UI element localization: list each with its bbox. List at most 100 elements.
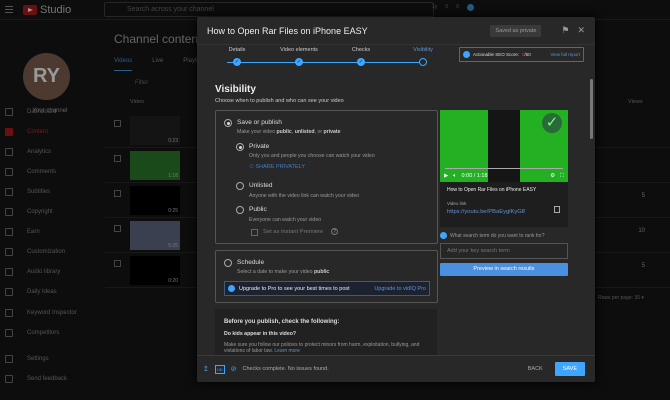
video-preview-card: ✓ ▶ 🔈︎ 0:00 / 1:18 ⚙ ⛶ How to Open Rar F… — [440, 110, 568, 227]
copy-icon[interactable] — [554, 206, 560, 213]
sidebar-item-audio-library[interactable]: Audio library — [0, 262, 100, 282]
video-thumbnail[interactable]: 0:25 — [130, 186, 180, 215]
studio-logo[interactable]: Studio — [23, 4, 71, 16]
filter-input[interactable]: Filter — [135, 80, 148, 86]
search-input[interactable]: Search across your channel — [104, 2, 434, 17]
sidebar-item-label: Analytics — [27, 149, 52, 155]
sidebar-item-settings[interactable]: Settings — [0, 349, 100, 369]
learn-more-link[interactable]: Learn more — [274, 348, 300, 354]
public-label: Public — [249, 206, 267, 213]
sidebar-item-earn[interactable]: Earn — [0, 222, 100, 242]
checkmark-icon: ✓ — [542, 113, 562, 133]
sidebar-item-subtitles[interactable]: Subtitles — [0, 182, 100, 202]
help-icon[interactable]: ? — [331, 228, 338, 235]
tab-live[interactable]: Live — [152, 58, 163, 71]
row-checkbox[interactable] — [114, 190, 121, 197]
nav-icon — [5, 168, 13, 176]
step-details[interactable]: Details — [207, 47, 267, 53]
sidebar-item-label: Content — [27, 129, 49, 135]
sidebar-item-content[interactable]: Content — [0, 122, 100, 142]
sidebar-item-daily-ideas[interactable]: Daily Ideas — [0, 282, 100, 302]
tab-videos[interactable]: Videos — [114, 58, 133, 71]
volume-icon[interactable]: 🔈︎ — [453, 173, 456, 180]
feedback-icon[interactable]: ⚑ — [561, 25, 569, 36]
row-checkbox[interactable] — [114, 260, 121, 267]
preview-search-results-button[interactable]: Preview in search results — [440, 263, 568, 276]
sidebar-item-competitors[interactable]: Competitors — [0, 323, 100, 343]
row-checkbox[interactable] — [114, 225, 121, 232]
hd-icon: HD — [214, 364, 225, 374]
row-checkbox[interactable] — [114, 120, 121, 127]
sidebar-item-keyword-inspector[interactable]: Keyword Inspector — [0, 303, 100, 323]
views-count: 10 — [638, 228, 645, 234]
nav-icon — [5, 375, 13, 383]
upgrade-banner: Upgrade to Pro to see your best times to… — [224, 281, 430, 296]
menu-icon[interactable] — [5, 6, 13, 13]
fullscreen-icon[interactable]: ⛶ — [560, 173, 564, 180]
save-or-publish-box: Save or publish Make your video public, … — [215, 110, 438, 244]
back-button[interactable]: BACK — [522, 366, 549, 372]
sidebar-item-label: Send feedback — [27, 376, 68, 382]
nav-icon — [5, 248, 13, 256]
vidiq-icon[interactable] — [466, 4, 474, 11]
avatar[interactable]: RY — [23, 53, 70, 100]
sidebar-item-send-feedback[interactable]: Send feedback — [0, 369, 100, 389]
views-count: 5 — [641, 193, 645, 199]
checks-status: Checks complete. No issues found. — [242, 366, 329, 372]
share-label: SHARE PRIVATELY — [255, 164, 305, 170]
keyword-input[interactable]: Add your key search term — [440, 243, 568, 259]
rows-per-page-value: 30 — [634, 295, 640, 301]
rows-per-page-label: Rows per page: — [598, 295, 634, 301]
save-publish-desc: Make your video public, unlisted, or pri… — [237, 129, 341, 135]
public-radio[interactable] — [236, 206, 244, 214]
save-button[interactable]: SAVE — [554, 362, 585, 376]
view-full-report-link[interactable]: View full report — [550, 52, 580, 57]
duration: 0:25 — [168, 208, 178, 214]
seo-label: Actionable SEO Score: — [473, 52, 520, 57]
content-tabs: Videos Live Playlists — [114, 58, 205, 71]
step-checks[interactable]: Checks — [331, 47, 391, 53]
instant-premiere-checkbox[interactable] — [251, 229, 258, 236]
step-visibility[interactable]: Visibility — [393, 47, 453, 53]
video-link[interactable]: https://youtu.be/PBaEyglKyG8 — [447, 209, 525, 215]
scrollbar[interactable] — [590, 79, 593, 139]
video-thumbnail[interactable]: 5:35 — [130, 221, 180, 250]
share-privately-button[interactable]: ⚇ SHARE PRIVATELY — [249, 164, 305, 170]
upload-icon: ↥ — [203, 366, 209, 373]
video-player[interactable]: ✓ ▶ 🔈︎ 0:00 / 1:18 ⚙ ⛶ — [440, 110, 568, 182]
video-thumbnail[interactable]: 0:23 — [130, 116, 180, 145]
sidebar-item-analytics[interactable]: Analytics — [0, 142, 100, 162]
nav-icon — [5, 309, 13, 317]
row-checkbox[interactable] — [114, 155, 121, 162]
preview-title: How to Open Rar Files on iPhone EASY — [447, 187, 537, 193]
sidebar: RY Your channel Dashboard Content Analytic… — [0, 20, 100, 400]
save-publish-radio[interactable] — [224, 119, 232, 127]
duration: 0:20 — [168, 278, 178, 284]
schedule-radio[interactable] — [224, 259, 232, 267]
play-icon[interactable]: ▶ — [444, 173, 448, 179]
current-step-icon — [419, 58, 427, 66]
sidebar-item-copyright[interactable]: Copyright — [0, 202, 100, 222]
settings-icon[interactable]: ⚙ — [550, 173, 555, 179]
search-term-question: What search term do you want to rank for… — [440, 232, 545, 239]
private-radio[interactable] — [236, 143, 244, 151]
sidebar-item-label: Earn — [27, 229, 40, 235]
sidebar-item-label: Audio library — [27, 269, 61, 275]
sidebar-item-customization[interactable]: Customization — [0, 242, 100, 262]
sidebar-item-dashboard[interactable]: Dashboard — [0, 102, 100, 122]
sidebar-item-comments[interactable]: Comments — [0, 162, 100, 182]
stepper: Details Video elements Checks Visibility… — [217, 47, 437, 72]
unlisted-label: Unlisted — [249, 182, 273, 189]
progress-bar[interactable] — [445, 168, 563, 169]
upgrade-link[interactable]: Upgrade to vidIQ Pro — [374, 286, 426, 292]
video-thumbnail[interactable]: 0:20 — [130, 256, 180, 285]
nav-icon — [5, 355, 13, 363]
step-video-elements[interactable]: Video elements — [269, 47, 329, 53]
video-thumbnail[interactable]: 1:18 — [130, 151, 180, 180]
unlisted-radio[interactable] — [236, 182, 244, 190]
close-icon[interactable]: ✕ — [577, 25, 585, 36]
visibility-heading: Visibility — [215, 84, 256, 95]
visibility-subheading: Choose when to publish and who can see y… — [215, 98, 344, 104]
rows-per-page[interactable]: Rows per page: 30 ▾ — [598, 295, 644, 301]
save-publish-label: Save or publish — [237, 119, 282, 126]
